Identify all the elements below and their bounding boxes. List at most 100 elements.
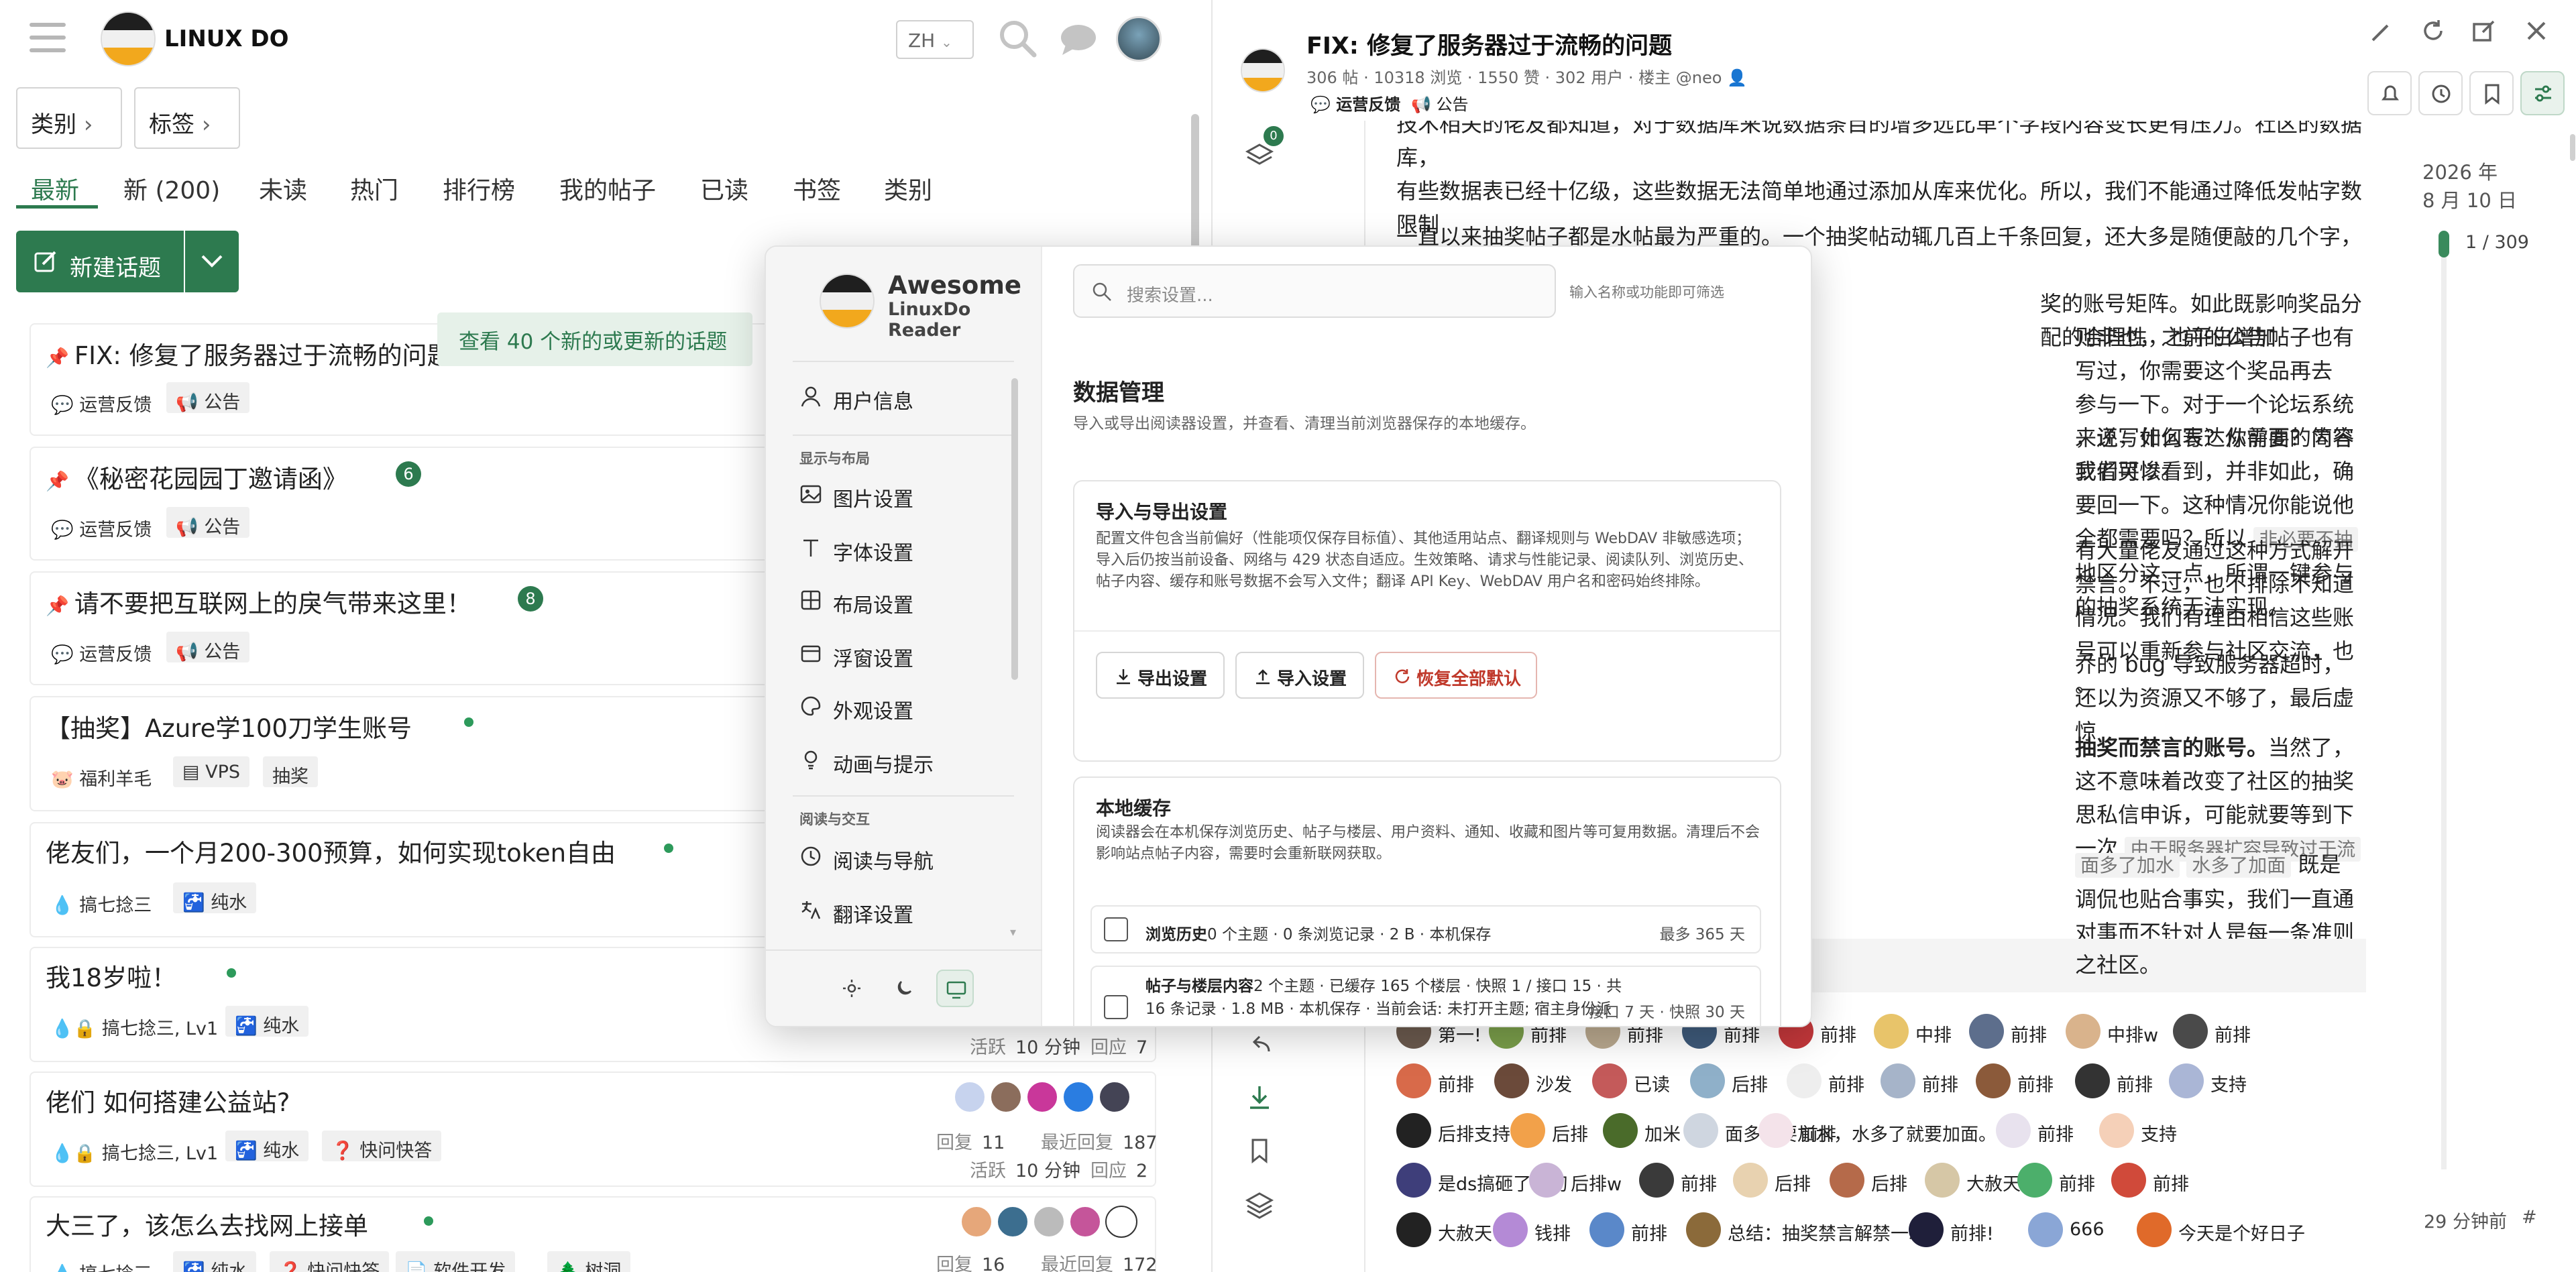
topic-row[interactable]: 大三了，该怎么去找网上接单 💧 搞七捻三 🚰 纯水 ❓ 快问快答 📄 软件开发 …: [30, 1196, 1158, 1272]
nav-categories[interactable]: 类别: [884, 171, 932, 206]
topic-title[interactable]: 佬们 如何搭建公益站?: [46, 1082, 290, 1118]
nav-new[interactable]: 新 (200): [123, 171, 220, 206]
refresh-icon[interactable]: [2420, 17, 2447, 44]
notification-bell-button[interactable]: [2367, 71, 2412, 115]
reaction-reply[interactable]: 前排: [1396, 1061, 1474, 1101]
reply-avatar[interactable]: [2169, 1063, 2204, 1098]
reply-avatar[interactable]: [1976, 1063, 2011, 1098]
poster-avatar[interactable]: [997, 1206, 1029, 1238]
reaction-reply[interactable]: 后排: [1690, 1061, 1768, 1101]
bookmark-side-button[interactable]: [1245, 1136, 1274, 1165]
reply-back-button[interactable]: [1245, 1030, 1274, 1059]
reader-scrollbar[interactable]: [2570, 134, 2575, 161]
new-topic-menu-button[interactable]: [185, 231, 239, 292]
layers-button[interactable]: 0: [1245, 126, 1284, 170]
sidebar-item-image[interactable]: 图片设置: [799, 483, 913, 512]
posts-checkbox[interactable]: [1104, 995, 1128, 1019]
new-topics-banner[interactable]: 查看 40 个新的或更新的话题: [437, 312, 752, 366]
layers-side-button[interactable]: [1245, 1190, 1274, 1219]
tag-chip[interactable]: 🚰 纯水: [173, 1251, 257, 1272]
nav-leaderboard[interactable]: 排行榜: [443, 171, 515, 206]
reaction-reply[interactable]: 前排: [2111, 1160, 2189, 1200]
reply-avatar[interactable]: [1396, 1063, 1431, 1098]
category-tag[interactable]: 💧🔒 搞七捻三, Lv1: [51, 1133, 218, 1164]
poster-avatar[interactable]: [1105, 1206, 1137, 1238]
reply-avatar[interactable]: [2099, 1113, 2134, 1148]
reply-avatar[interactable]: [1874, 1014, 1909, 1049]
reply-avatar[interactable]: [1881, 1063, 1915, 1098]
reply-avatar[interactable]: [1996, 1113, 2031, 1148]
tag-chip[interactable]: 🚰 纯水: [173, 882, 257, 913]
site-logo[interactable]: [101, 11, 156, 66]
reply-avatar[interactable]: [2075, 1063, 2110, 1098]
tag-chip[interactable]: 抽奖: [263, 756, 318, 787]
sidebar-item-appearance[interactable]: 外观设置: [799, 695, 913, 724]
category-dropdown[interactable]: 类别 ›: [16, 87, 122, 149]
language-select[interactable]: ZH ⌄: [896, 20, 974, 59]
sidebar-scrollbar[interactable]: [1011, 378, 1018, 680]
category-tag[interactable]: 💧 搞七捻三: [51, 1254, 152, 1272]
nav-my-posts[interactable]: 我的帖子: [559, 171, 656, 206]
reply-avatar[interactable]: [1494, 1063, 1529, 1098]
poster-avatar[interactable]: [1069, 1206, 1101, 1238]
reply-avatar[interactable]: [1396, 1212, 1431, 1247]
poster-avatar[interactable]: [1062, 1081, 1095, 1113]
reply-avatar[interactable]: [1830, 1163, 1864, 1198]
sidebar-item-translate[interactable]: 翻译设置: [799, 899, 913, 928]
reaction-reply[interactable]: 今天是个好日子: [2137, 1210, 2305, 1250]
timeline-last-time[interactable]: 29 分钟前: [2424, 1207, 2507, 1233]
reply-avatar[interactable]: [1733, 1163, 1768, 1198]
chevron-down-icon[interactable]: ▾: [1010, 925, 1016, 939]
theme-system-button[interactable]: [936, 970, 974, 1007]
topic-title[interactable]: 📌 FIX: 修复了服务器过于流畅的问题: [46, 335, 452, 371]
settings-search-input[interactable]: 搜索设置...: [1073, 264, 1556, 318]
edit-icon[interactable]: [2367, 19, 2394, 46]
history-checkbox[interactable]: [1104, 917, 1128, 941]
poster-avatar[interactable]: [990, 1081, 1022, 1113]
unread-count-badge[interactable]: 6: [396, 461, 421, 487]
reset-all-button[interactable]: 恢复全部默认: [1375, 652, 1537, 699]
timeline-date[interactable]: 2026 年 8 月 10 日: [2422, 157, 2517, 213]
reply-avatar[interactable]: [1592, 1063, 1627, 1098]
reaction-reply[interactable]: 前排: [2173, 1011, 2251, 1051]
topic-title[interactable]: 我18岁啦！: [46, 958, 176, 994]
tag-chip[interactable]: 🚰 纯水: [225, 1131, 309, 1161]
export-settings-button[interactable]: 导出设置: [1096, 652, 1225, 699]
reply-avatar[interactable]: [1529, 1163, 1564, 1198]
reply-avatar[interactable]: [1589, 1212, 1624, 1247]
reaction-reply[interactable]: 总结：抽奖禁言解禁一次: [1686, 1210, 1927, 1250]
sidebar-item-layout[interactable]: 布局设置: [799, 589, 913, 618]
reply-avatar[interactable]: [2173, 1014, 2208, 1049]
reply-avatar[interactable]: [1787, 1063, 1822, 1098]
reaction-reply[interactable]: 后排: [1830, 1160, 1907, 1200]
import-settings-button[interactable]: 导入设置: [1235, 652, 1364, 699]
tag-chip[interactable]: 🌲 树洞: [547, 1251, 631, 1272]
nav-hot[interactable]: 热门: [350, 171, 398, 206]
unread-count-badge[interactable]: 8: [518, 586, 543, 612]
reply-avatar[interactable]: [1603, 1113, 1638, 1148]
reply-avatar[interactable]: [2137, 1212, 2172, 1247]
user-avatar[interactable]: [1116, 16, 1162, 62]
reaction-reply[interactable]: 钱排: [1493, 1210, 1571, 1250]
poster-avatar[interactable]: [1099, 1081, 1131, 1113]
reply-avatar[interactable]: [1510, 1113, 1545, 1148]
reply-avatar[interactable]: [1690, 1063, 1725, 1098]
reaction-reply[interactable]: 加米: [1603, 1110, 1681, 1151]
nav-read[interactable]: 已读: [700, 171, 748, 206]
reaction-reply[interactable]: 中排w: [2066, 1011, 2158, 1051]
category-tag[interactable]: 💧 搞七捻三: [51, 885, 152, 916]
reaction-reply[interactable]: 前排: [1996, 1110, 2074, 1151]
reply-avatar[interactable]: [1969, 1014, 2004, 1049]
tag-chip[interactable]: 📢 公告: [166, 507, 250, 538]
poster-avatar[interactable]: [954, 1081, 986, 1113]
reply-avatar[interactable]: [1683, 1113, 1718, 1148]
site-logo[interactable]: [1241, 48, 1285, 93]
poster-avatar[interactable]: [1026, 1081, 1058, 1113]
cache-row-posts[interactable]: 帖子与楼层内容2 个主题 · 已缓存 165 个楼层 · 快照 1 / 接口 1…: [1090, 966, 1761, 1026]
reply-avatar[interactable]: [2017, 1163, 2052, 1198]
reaction-reply[interactable]: 支持: [2099, 1110, 2177, 1151]
timeline-track[interactable]: [2441, 231, 2447, 1169]
tag-chip[interactable]: ▤ VPS: [173, 756, 249, 787]
reaction-reply[interactable]: 后排: [1510, 1110, 1588, 1151]
post-tag[interactable]: 📢 公告: [1411, 91, 1469, 115]
